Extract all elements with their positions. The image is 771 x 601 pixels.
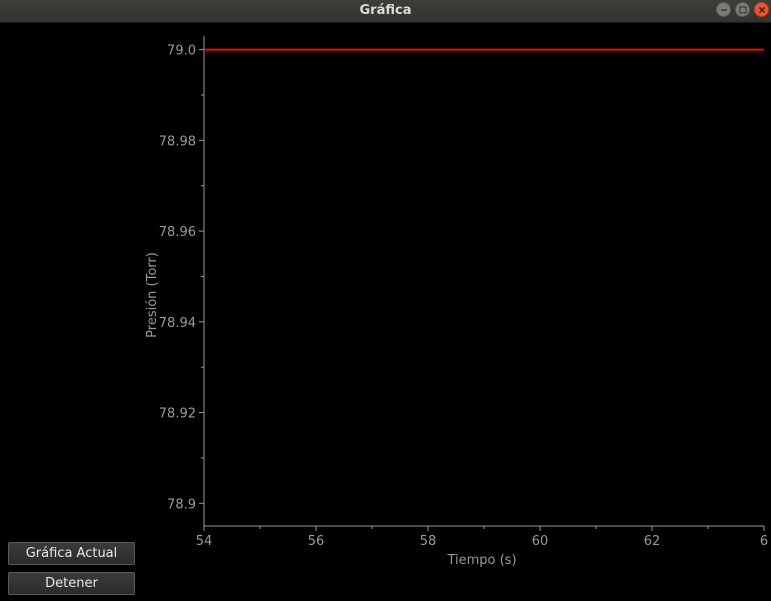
close-icon — [758, 6, 766, 14]
minimize-button[interactable] — [716, 2, 731, 17]
pressure-chart: 78.978.9278.9478.9678.9879.054 56 58 60 62 6 … — [145, 36, 768, 568]
window-title: Gráfica — [359, 3, 412, 18]
y-tick-label: 78.96 — [159, 225, 196, 240]
chart-ticks: 78.9 78.92 78.94 78.96 78.98 79.0 54 56 58 60 62 6 — [159, 44, 768, 549]
x-tick-label: 58 — [420, 534, 437, 549]
maximize-icon — [739, 6, 747, 14]
y-tick-label: 78.98 — [159, 134, 196, 149]
x-axis-label: Tiempo (s) — [446, 553, 516, 568]
y-tick-label: 79.0 — [167, 44, 196, 59]
x-tick-label: 54 — [196, 534, 213, 549]
close-button[interactable] — [754, 2, 769, 17]
y-axis-label: Presión (Torr) — [145, 252, 160, 338]
y-tick-label: 78.9 — [167, 497, 196, 512]
minimize-icon — [721, 9, 727, 11]
chart-axes — [203, 36, 764, 527]
x-tick-label: 62 — [644, 534, 661, 549]
maximize-button[interactable] — [735, 2, 750, 17]
stop-button[interactable]: Detener — [8, 572, 135, 595]
x-tick-label: 56 — [308, 534, 325, 549]
x-tick-label: 6 — [760, 534, 768, 549]
title-bar[interactable]: Gráfica — [0, 0, 771, 23]
app-window: Gráfica 78.9 78.92 78.94 78.96 78.98 79.0 54 56… — [0, 0, 771, 601]
x-tick-label: 60 — [532, 534, 549, 549]
y-tick-label: 78.94 — [159, 316, 196, 331]
y-tick-label: 78.92 — [159, 407, 196, 422]
current-graph-button[interactable]: Gráfica Actual — [8, 542, 135, 565]
